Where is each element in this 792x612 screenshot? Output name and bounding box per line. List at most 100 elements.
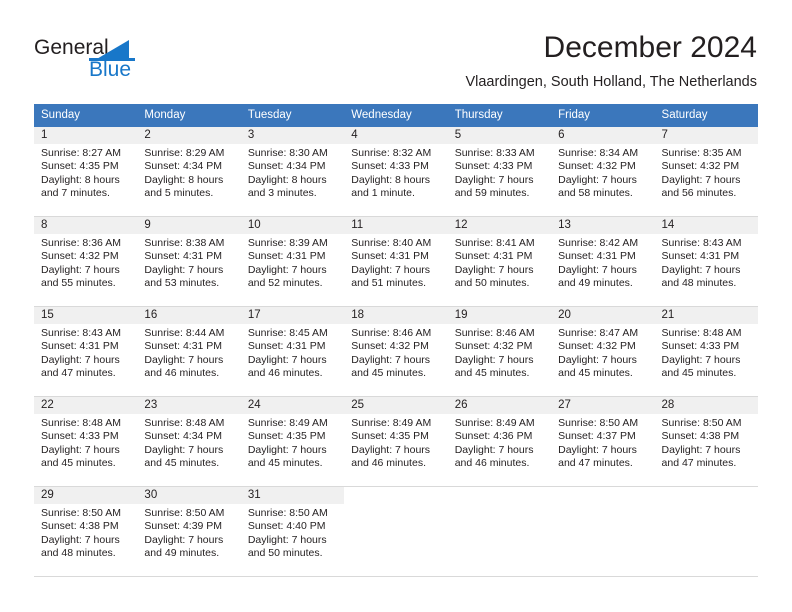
sunrise-text: Sunrise: 8:39 AM [247, 237, 328, 249]
day-cell[interactable]: 29 Sunrise: 8:50 AM Sunset: 4:38 PM Dayl… [34, 487, 138, 576]
day-cell[interactable]: 15 Sunrise: 8:43 AM Sunset: 4:31 PM Dayl… [34, 307, 138, 396]
day-cell[interactable]: 8 Sunrise: 8:36 AM Sunset: 4:32 PM Dayli… [34, 217, 138, 306]
day-cell[interactable]: 13 Sunrise: 8:42 AM Sunset: 4:31 PM Dayl… [551, 217, 655, 306]
day-cell[interactable]: 3 Sunrise: 8:30 AM Sunset: 4:34 PM Dayli… [240, 127, 345, 216]
sunrise-text: Sunrise: 8:38 AM [144, 237, 225, 249]
sunset-text: Sunset: 4:31 PM [41, 340, 119, 353]
day-cell-empty [447, 487, 552, 576]
daylight-text-line2: and 5 minutes. [144, 187, 214, 200]
day-number: 12 [447, 217, 552, 234]
sunrise-text: Sunrise: 8:46 AM [351, 327, 432, 339]
calendar-page: General Blue December 2024 Vlaardingen, … [0, 0, 792, 612]
sunset-text: Sunset: 4:40 PM [247, 520, 326, 533]
sunset-text: Sunset: 4:38 PM [41, 520, 119, 533]
general-blue-logo[interactable]: General Blue [34, 36, 154, 86]
daylight-text-line1: Daylight: 7 hours [454, 353, 534, 366]
day-cell[interactable]: 7 Sunrise: 8:35 AM Sunset: 4:32 PM Dayli… [654, 127, 758, 216]
day-number: 11 [344, 217, 448, 234]
sunrise-text: Sunrise: 8:49 AM [351, 417, 432, 429]
day-cell[interactable]: 4 Sunrise: 8:32 AM Sunset: 4:33 PM Dayli… [344, 127, 448, 216]
daylight-text-line2: and 47 minutes. [558, 457, 633, 470]
daylight-text-line2: and 45 minutes. [247, 457, 323, 470]
day-cell[interactable]: 12 Sunrise: 8:41 AM Sunset: 4:31 PM Dayl… [447, 217, 552, 306]
sunrise-text: Sunrise: 8:34 AM [558, 147, 639, 159]
daylight-text-line2: and 47 minutes. [41, 367, 116, 380]
day-cell[interactable]: 11 Sunrise: 8:40 AM Sunset: 4:31 PM Dayl… [344, 217, 448, 306]
day-number: 25 [344, 397, 448, 414]
day-cell[interactable]: 16 Sunrise: 8:44 AM Sunset: 4:31 PM Dayl… [137, 307, 241, 396]
day-cell[interactable]: 28 Sunrise: 8:50 AM Sunset: 4:38 PM Dayl… [654, 397, 758, 486]
sunset-text: Sunset: 4:35 PM [41, 160, 119, 173]
sunrise-text: Sunrise: 8:47 AM [558, 327, 639, 339]
sunset-text: Sunset: 4:31 PM [247, 250, 326, 263]
day-number: 21 [654, 307, 758, 324]
day-info: Sunrise: 8:49 AM Sunset: 4:36 PM Dayligh… [448, 414, 551, 471]
day-cell[interactable]: 25 Sunrise: 8:49 AM Sunset: 4:35 PM Dayl… [344, 397, 448, 486]
day-cell[interactable]: 31 Sunrise: 8:50 AM Sunset: 4:40 PM Dayl… [240, 487, 345, 576]
day-cell[interactable]: 2 Sunrise: 8:29 AM Sunset: 4:34 PM Dayli… [137, 127, 241, 216]
day-number [654, 487, 758, 504]
daylight-text-line2: and 56 minutes. [661, 187, 737, 200]
day-cell[interactable]: 14 Sunrise: 8:43 AM Sunset: 4:31 PM Dayl… [654, 217, 758, 306]
sunrise-text: Sunrise: 8:43 AM [661, 237, 742, 249]
day-cell[interactable]: 19 Sunrise: 8:46 AM Sunset: 4:32 PM Dayl… [447, 307, 552, 396]
day-info: Sunrise: 8:50 AM Sunset: 4:39 PM Dayligh… [137, 504, 240, 561]
daylight-text-line2: and 45 minutes. [558, 367, 633, 380]
day-cell[interactable]: 5 Sunrise: 8:33 AM Sunset: 4:33 PM Dayli… [447, 127, 552, 216]
sunset-text: Sunset: 4:37 PM [558, 430, 636, 443]
day-cell[interactable]: 1 Sunrise: 8:27 AM Sunset: 4:35 PM Dayli… [34, 127, 138, 216]
day-number: 31 [240, 487, 345, 504]
daylight-text-line1: Daylight: 7 hours [144, 353, 224, 366]
daylight-text-line1: Daylight: 7 hours [661, 173, 741, 186]
page-header: General Blue December 2024 Vlaardingen, … [0, 0, 792, 96]
sunrise-text: Sunrise: 8:44 AM [144, 327, 225, 339]
day-info: Sunrise: 8:43 AM Sunset: 4:31 PM Dayligh… [34, 324, 137, 381]
daylight-text-line1: Daylight: 8 hours [351, 173, 431, 186]
day-cell[interactable]: 18 Sunrise: 8:46 AM Sunset: 4:32 PM Dayl… [344, 307, 448, 396]
sunrise-text: Sunrise: 8:50 AM [558, 417, 639, 429]
day-info: Sunrise: 8:50 AM Sunset: 4:37 PM Dayligh… [551, 414, 654, 471]
daylight-text-line1: Daylight: 8 hours [41, 173, 120, 186]
sunset-text: Sunset: 4:33 PM [351, 160, 429, 173]
weekday-monday: Monday [144, 109, 186, 121]
sunrise-text: Sunrise: 8:46 AM [454, 327, 535, 339]
day-info: Sunrise: 8:30 AM Sunset: 4:34 PM Dayligh… [241, 144, 344, 201]
daylight-text-line2: and 46 minutes. [454, 457, 530, 470]
daylight-text-line2: and 55 minutes. [41, 277, 116, 290]
sunrise-text: Sunrise: 8:48 AM [41, 417, 121, 429]
daylight-text-line2: and 45 minutes. [454, 367, 530, 380]
daylight-text-line2: and 48 minutes. [41, 547, 116, 560]
day-cell[interactable]: 24 Sunrise: 8:49 AM Sunset: 4:35 PM Dayl… [240, 397, 345, 486]
day-cell[interactable]: 21 Sunrise: 8:48 AM Sunset: 4:33 PM Dayl… [654, 307, 758, 396]
daylight-text-line1: Daylight: 7 hours [144, 263, 224, 276]
day-cell[interactable]: 10 Sunrise: 8:39 AM Sunset: 4:31 PM Dayl… [240, 217, 345, 306]
day-number: 23 [137, 397, 241, 414]
sunset-text: Sunset: 4:33 PM [41, 430, 119, 443]
day-info: Sunrise: 8:48 AM Sunset: 4:34 PM Dayligh… [137, 414, 240, 471]
day-number: 24 [240, 397, 345, 414]
day-cell[interactable]: 17 Sunrise: 8:45 AM Sunset: 4:31 PM Dayl… [240, 307, 345, 396]
daylight-text-line2: and 45 minutes. [661, 367, 737, 380]
daylight-text-line2: and 3 minutes. [247, 187, 317, 200]
day-info: Sunrise: 8:49 AM Sunset: 4:35 PM Dayligh… [241, 414, 344, 471]
day-number: 16 [137, 307, 241, 324]
day-cell[interactable]: 6 Sunrise: 8:34 AM Sunset: 4:32 PM Dayli… [551, 127, 655, 216]
day-cell[interactable]: 22 Sunrise: 8:48 AM Sunset: 4:33 PM Dayl… [34, 397, 138, 486]
sunrise-text: Sunrise: 8:35 AM [661, 147, 742, 159]
calendar-week-row: 15 Sunrise: 8:43 AM Sunset: 4:31 PM Dayl… [34, 307, 758, 397]
day-cell[interactable]: 30 Sunrise: 8:50 AM Sunset: 4:39 PM Dayl… [137, 487, 241, 576]
sunset-text: Sunset: 4:32 PM [351, 340, 429, 353]
day-cell-empty [551, 487, 655, 576]
sunrise-text: Sunrise: 8:40 AM [351, 237, 432, 249]
day-number [344, 487, 448, 504]
calendar-week-row: 22 Sunrise: 8:48 AM Sunset: 4:33 PM Dayl… [34, 397, 758, 487]
day-cell[interactable]: 20 Sunrise: 8:47 AM Sunset: 4:32 PM Dayl… [551, 307, 655, 396]
day-cell[interactable]: 9 Sunrise: 8:38 AM Sunset: 4:31 PM Dayli… [137, 217, 241, 306]
sunrise-text: Sunrise: 8:49 AM [247, 417, 328, 429]
daylight-text-line1: Daylight: 7 hours [558, 443, 637, 456]
day-number: 27 [551, 397, 655, 414]
day-cell[interactable]: 26 Sunrise: 8:49 AM Sunset: 4:36 PM Dayl… [447, 397, 552, 486]
calendar-week-row: 1 Sunrise: 8:27 AM Sunset: 4:35 PM Dayli… [34, 127, 758, 217]
day-cell[interactable]: 23 Sunrise: 8:48 AM Sunset: 4:34 PM Dayl… [137, 397, 241, 486]
day-cell[interactable]: 27 Sunrise: 8:50 AM Sunset: 4:37 PM Dayl… [551, 397, 655, 486]
